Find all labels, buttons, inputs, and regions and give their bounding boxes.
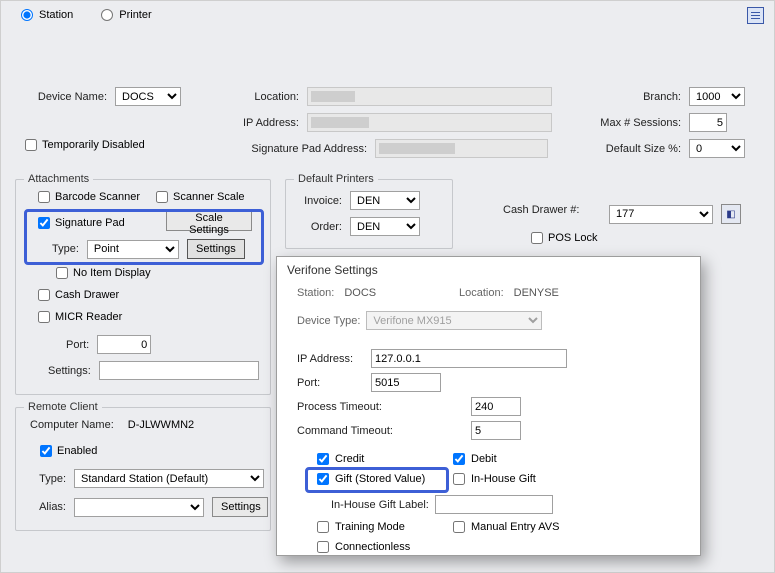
popup-location-value: DENYSE bbox=[514, 287, 559, 299]
inhouse-gift-checkbox[interactable] bbox=[453, 473, 465, 485]
popup-port-label: Port: bbox=[297, 377, 365, 389]
gift-label: Gift (Stored Value) bbox=[335, 473, 425, 485]
popup-ip-input[interactable] bbox=[371, 349, 567, 368]
debit-checkbox[interactable] bbox=[453, 453, 465, 465]
scanner-scale-label: Scanner Scale bbox=[173, 191, 245, 203]
credit-label: Credit bbox=[335, 453, 364, 465]
signature-pad-checkbox[interactable] bbox=[38, 217, 50, 229]
device-mode-radios: Station Printer bbox=[21, 9, 152, 21]
signature-pad-label: Signature Pad bbox=[55, 217, 125, 229]
popup-device-type-select: Verifone MX915 bbox=[366, 311, 542, 330]
inhouse-gift-input[interactable] bbox=[435, 495, 553, 514]
cash-drawer-checkbox[interactable] bbox=[38, 289, 50, 301]
barcode-label: Barcode Scanner bbox=[55, 191, 140, 203]
popup-command-timeout-label: Command Timeout: bbox=[297, 425, 465, 437]
pos-lock-checkbox[interactable] bbox=[531, 232, 543, 244]
sig-type-label: Type: bbox=[52, 243, 79, 255]
manual-avs-label: Manual Entry AVS bbox=[471, 521, 559, 533]
default-size-label: Default Size %: bbox=[579, 143, 681, 155]
port-input[interactable] bbox=[97, 335, 151, 354]
inhouse-gift-input-label: In-House Gift Label: bbox=[331, 499, 429, 511]
sig-settings-button[interactable]: Settings bbox=[187, 239, 245, 259]
verifone-settings-dialog: Verifone Settings Station: DOCS Location… bbox=[276, 256, 701, 556]
device-name-label: Device Name: bbox=[21, 91, 107, 103]
ip-label: IP Address: bbox=[239, 117, 299, 129]
attach-settings-label: Settings: bbox=[48, 365, 91, 377]
branch-label: Branch: bbox=[595, 91, 681, 103]
popup-command-timeout-input[interactable] bbox=[471, 421, 521, 440]
invoice-select[interactable]: DEN bbox=[350, 191, 420, 210]
sig-type-select[interactable]: Point bbox=[87, 240, 179, 259]
remote-type-select[interactable]: Standard Station (Default) bbox=[74, 469, 264, 488]
invoice-label: Invoice: bbox=[298, 195, 342, 207]
printer-radio[interactable]: Printer bbox=[101, 9, 151, 21]
remote-client-legend: Remote Client bbox=[24, 401, 102, 413]
gift-checkbox[interactable] bbox=[317, 473, 329, 485]
attachments-fieldset: Attachments Barcode Scanner Scanner Scal… bbox=[15, 173, 271, 395]
debit-label: Debit bbox=[471, 453, 497, 465]
computer-name-value: D-JLWWMN2 bbox=[128, 419, 194, 431]
remote-enabled-label: Enabled bbox=[57, 445, 97, 457]
popup-port-input[interactable] bbox=[371, 373, 441, 392]
cash-drawer-num-label: Cash Drawer #: bbox=[503, 204, 579, 216]
attach-settings-input[interactable] bbox=[99, 361, 259, 380]
default-printers-fieldset: Default Printers Invoice: DEN Order: DEN bbox=[285, 173, 453, 249]
popup-ip-label: IP Address: bbox=[297, 353, 365, 365]
cash-drawer-num-select[interactable]: 177 bbox=[609, 205, 713, 224]
order-label: Order: bbox=[298, 221, 342, 233]
port-label: Port: bbox=[66, 339, 89, 351]
no-item-display-checkbox[interactable] bbox=[56, 267, 68, 279]
popup-station-value: DOCS bbox=[344, 287, 376, 299]
sig-addr-label: Signature Pad Address: bbox=[207, 143, 367, 155]
remote-settings-button[interactable]: Settings bbox=[212, 497, 268, 517]
printer-radio-label: Printer bbox=[119, 9, 151, 21]
barcode-checkbox[interactable] bbox=[38, 191, 50, 203]
temp-disabled-label: Temporarily Disabled bbox=[42, 139, 145, 151]
popup-process-timeout-input[interactable] bbox=[471, 397, 521, 416]
order-select[interactable]: DEN bbox=[350, 217, 420, 236]
inhouse-gift-label: In-House Gift bbox=[471, 473, 536, 485]
station-config-panel: Station Printer Device Name: DOCS Locati… bbox=[0, 0, 775, 573]
popup-location-label: Location: bbox=[459, 287, 504, 299]
verifone-title: Verifone Settings bbox=[277, 257, 700, 283]
micr-checkbox[interactable] bbox=[38, 311, 50, 323]
connectionless-label: Connectionless bbox=[335, 541, 410, 553]
default-size-select[interactable]: 0 bbox=[689, 139, 745, 158]
credit-checkbox[interactable] bbox=[317, 453, 329, 465]
station-radio-label: Station bbox=[39, 9, 73, 21]
location-label: Location: bbox=[239, 91, 299, 103]
max-sessions-input[interactable] bbox=[689, 113, 727, 132]
training-label: Training Mode bbox=[335, 521, 405, 533]
ip-field bbox=[307, 113, 552, 132]
branch-select[interactable]: 1000 bbox=[689, 87, 745, 106]
device-name-select[interactable]: DOCS bbox=[115, 87, 181, 106]
location-field bbox=[307, 87, 552, 106]
hamburger-icon[interactable] bbox=[747, 7, 764, 24]
sig-addr-field bbox=[375, 139, 548, 158]
training-checkbox[interactable] bbox=[317, 521, 329, 533]
remote-alias-label: Alias: bbox=[30, 501, 66, 513]
micr-label: MICR Reader bbox=[55, 311, 122, 323]
remote-enabled-checkbox[interactable] bbox=[40, 445, 52, 457]
popup-process-timeout-label: Process Timeout: bbox=[297, 401, 465, 413]
max-sessions-label: Max # Sessions: bbox=[575, 117, 681, 129]
remote-type-label: Type: bbox=[30, 473, 66, 485]
default-printers-legend: Default Printers bbox=[294, 173, 378, 185]
pos-lock-label: POS Lock bbox=[548, 232, 598, 244]
popup-device-type-label: Device Type: bbox=[297, 315, 360, 327]
connectionless-checkbox[interactable] bbox=[317, 541, 329, 553]
popup-station-label: Station: bbox=[297, 287, 334, 299]
no-item-display-label: No Item Display bbox=[73, 267, 151, 279]
computer-name-label: Computer Name: bbox=[30, 419, 114, 431]
cash-drawer-open-icon[interactable]: ◧ bbox=[721, 204, 741, 224]
temp-disabled-checkbox[interactable] bbox=[25, 139, 37, 151]
station-radio[interactable]: Station bbox=[21, 9, 73, 21]
attachments-legend: Attachments bbox=[24, 173, 93, 185]
manual-avs-checkbox[interactable] bbox=[453, 521, 465, 533]
scanner-scale-checkbox[interactable] bbox=[156, 191, 168, 203]
remote-client-fieldset: Remote Client Computer Name: D-JLWWMN2 E… bbox=[15, 401, 271, 531]
cash-drawer-label: Cash Drawer bbox=[55, 289, 119, 301]
remote-alias-select[interactable] bbox=[74, 498, 204, 517]
